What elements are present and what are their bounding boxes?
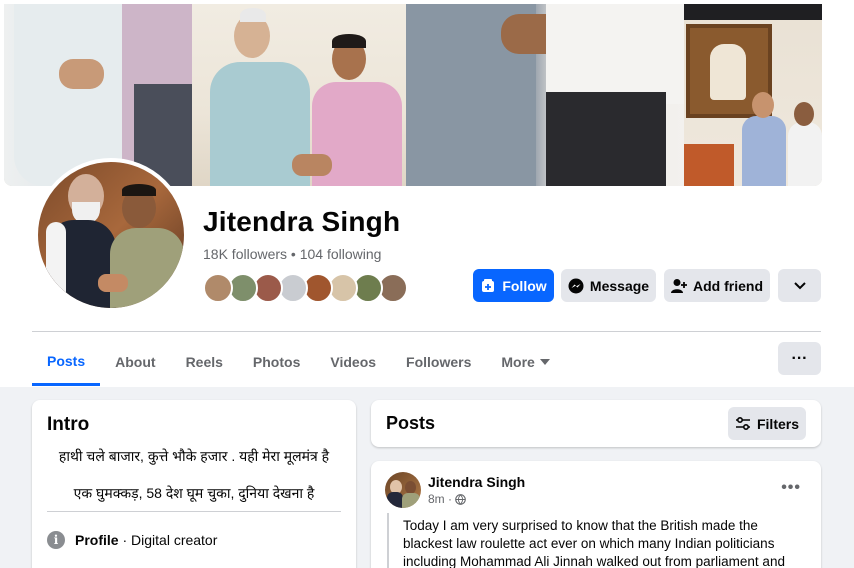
filters-label: Filters	[756, 415, 799, 432]
tab-label: Followers	[406, 354, 472, 370]
profile-category-value: · Digital creator	[118, 532, 218, 548]
cover-photo-panel	[192, 4, 406, 186]
tab-about[interactable]: About	[100, 338, 170, 386]
tab-photos[interactable]: Photos	[238, 338, 315, 386]
post-author-name[interactable]: Jitendra Singh	[428, 474, 525, 490]
tab-label: Videos	[330, 354, 377, 370]
posts-header-card: Posts Filters	[371, 400, 821, 447]
more-dots-icon: •••	[781, 479, 801, 496]
posts-title: Posts	[386, 413, 436, 433]
globe-icon	[455, 493, 466, 505]
cover-photo-panel	[684, 4, 822, 186]
info-icon: i	[47, 531, 65, 549]
profile-tabs: Posts About Reels Photos Videos Follower…	[32, 338, 565, 386]
message-label: Message	[589, 277, 650, 294]
post-options-button[interactable]: •••	[781, 479, 801, 497]
bio-line: एक घुमक्कड़, 58 देश घूम चुका, दुनिया देख…	[73, 485, 315, 501]
message-button[interactable]: Message	[561, 269, 656, 302]
post-meta: 8m ·	[428, 492, 466, 506]
friend-avatar[interactable]	[203, 273, 233, 303]
tab-label: More	[501, 354, 535, 370]
tab-videos[interactable]: Videos	[315, 338, 391, 386]
intro-card: Intro हाथी चले बाजार, कुत्ते भौके हजार .…	[32, 400, 356, 568]
intro-divider	[47, 511, 341, 512]
follow-icon	[482, 278, 495, 292]
tab-reels[interactable]: Reels	[171, 338, 238, 386]
tab-more[interactable]: More	[486, 338, 564, 386]
tab-label: Photos	[252, 354, 301, 370]
profile-category-label: Profile	[75, 532, 119, 548]
caret-down-icon	[539, 359, 550, 365]
tab-label: Reels	[185, 354, 223, 370]
post-author-avatar[interactable]	[385, 472, 421, 508]
profile-name: Jitendra Singh	[203, 206, 401, 237]
header-divider	[32, 331, 821, 332]
more-dots-icon: ···	[791, 349, 808, 367]
tab-label: Posts	[47, 352, 86, 369]
tab-followers[interactable]: Followers	[391, 338, 486, 386]
tab-label: About	[115, 354, 156, 370]
add-friend-button[interactable]: Add friend	[664, 269, 770, 302]
more-actions-button[interactable]	[778, 269, 821, 302]
bio-line: हाथी चले बाजार, कुत्ते भौके हजार . यही म…	[58, 448, 330, 464]
cover-photo-panel	[406, 4, 684, 186]
post-text: Today I am very surprised to know that t…	[403, 518, 785, 568]
profile-avatar[interactable]	[34, 158, 188, 312]
mutual-friends-row	[203, 273, 408, 303]
profile-category: i Profile · Digital creator	[47, 531, 217, 549]
follow-label: Follow	[502, 277, 547, 294]
quote-bar	[387, 513, 389, 568]
intro-title: Intro	[47, 414, 90, 435]
tabs-options-button[interactable]: ···	[778, 342, 821, 375]
filters-button[interactable]: Filters	[728, 407, 806, 440]
tab-posts[interactable]: Posts	[32, 338, 101, 386]
post-card: Jitendra Singh 8m · ••• Today I am very …	[371, 461, 821, 568]
messenger-icon	[568, 278, 584, 293]
follow-button[interactable]: Follow	[473, 269, 554, 302]
add-friend-label: Add friend	[693, 277, 763, 294]
chevron-down-icon	[793, 281, 806, 289]
follower-counts[interactable]: 18K followers • 104 following	[203, 246, 381, 262]
filters-icon	[735, 416, 750, 430]
add-friend-icon	[671, 278, 687, 293]
post-time[interactable]: 8m ·	[428, 492, 452, 506]
